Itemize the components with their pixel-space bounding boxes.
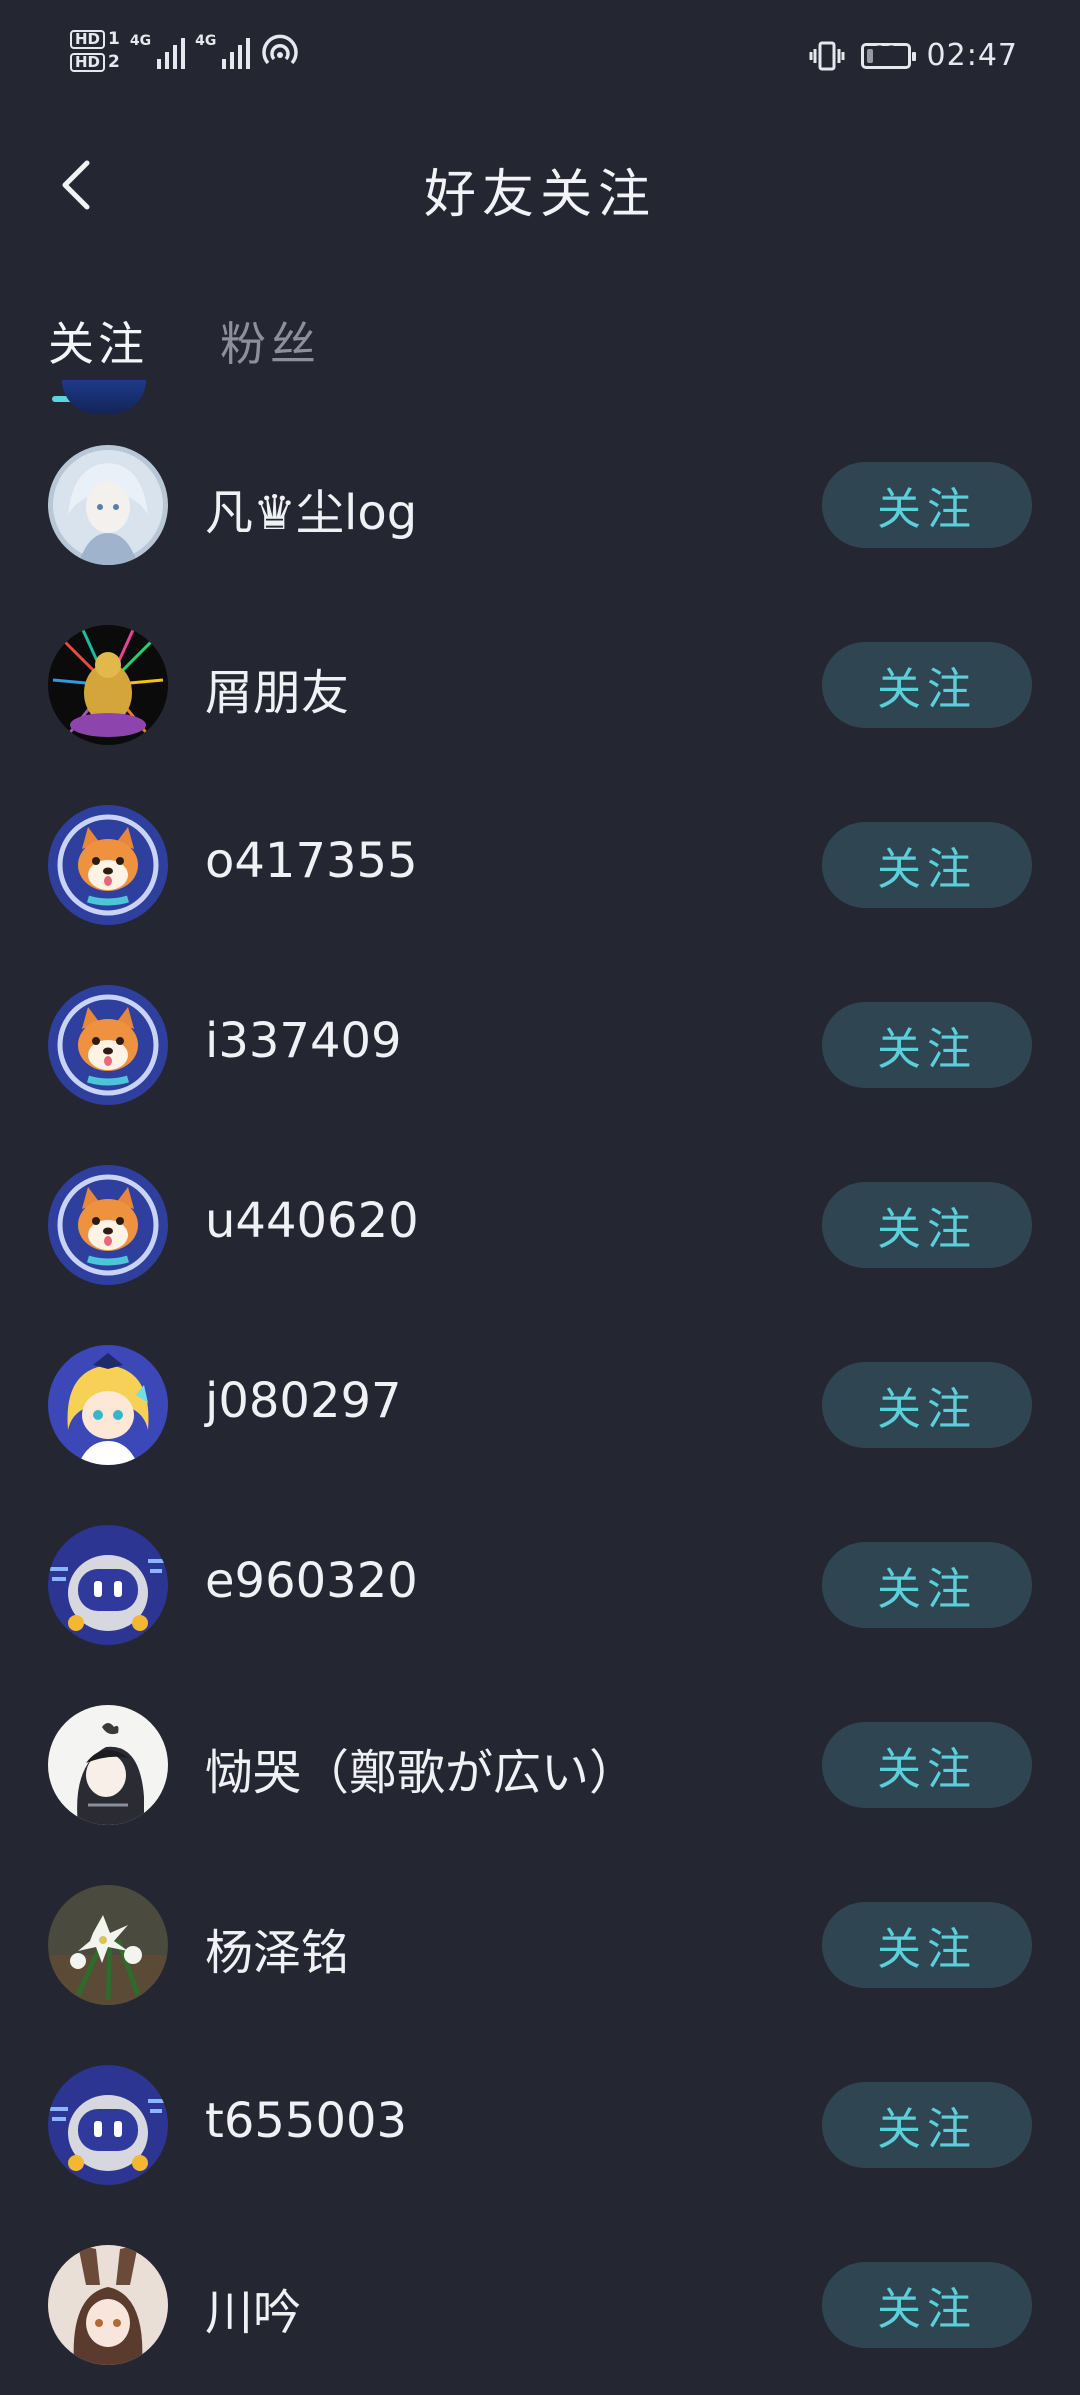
user-name[interactable]: 杨泽铭 [205,1913,349,1983]
status-bar: HD 1 HD 2 4G 4G 11 02:47 [0,0,1080,110]
user-name[interactable]: o417355 [205,833,418,889]
follow-button[interactable]: 关注 [822,2082,1032,2168]
user-name[interactable]: 屑朋友 [205,653,349,723]
avatar[interactable] [48,1525,168,1645]
avatar[interactable] [48,1345,168,1465]
list-item[interactable]: 杨泽铭 关注 [0,1855,1080,2035]
hd2-icon: HD [70,53,106,72]
list-item[interactable]: i337409 关注 [0,955,1080,1135]
avatar[interactable] [48,1165,168,1285]
tab-following[interactable]: 关注 [48,308,148,374]
hd1-index: 1 [108,29,120,49]
user-name[interactable]: t655003 [205,2093,407,2149]
tab-bar: 关注 粉丝 [0,290,1080,410]
network-type-2: 4G [195,33,217,49]
signal-2-icon: 4G [195,33,251,69]
follow-button[interactable]: 关注 [822,1902,1032,1988]
battery-level: 11 [873,42,898,63]
list-item[interactable]: o417355 关注 [0,775,1080,955]
avatar[interactable] [48,2065,168,2185]
battery-icon: 11 [860,42,916,69]
follow-button[interactable]: 关注 [822,462,1032,548]
top-nav: 好友关注 [0,110,1080,260]
clock: 02:47 [926,38,1018,73]
list-item[interactable]: j080297 关注 [0,1315,1080,1495]
list-item[interactable]: 恸哭（鄭歌が広い） 关注 [0,1675,1080,1855]
follow-button[interactable]: 关注 [822,822,1032,908]
tab-fans[interactable]: 粉丝 [220,308,320,374]
list-item[interactable]: 屑朋友 关注 [0,595,1080,775]
status-right: 11 02:47 [809,38,1018,73]
avatar[interactable] [48,985,168,1105]
user-name[interactable]: i337409 [205,1013,402,1069]
follow-button[interactable]: 关注 [822,1722,1032,1808]
follow-button[interactable]: 关注 [822,1362,1032,1448]
follow-button[interactable]: 关注 [822,1002,1032,1088]
user-name[interactable]: u440620 [205,1193,419,1249]
avatar[interactable] [48,1885,168,2005]
user-name[interactable]: 恸哭（鄭歌が広い） [205,1733,637,1803]
list-item[interactable]: u440620 关注 [0,1135,1080,1315]
follow-button[interactable]: 关注 [822,1542,1032,1628]
user-name[interactable]: j080297 [205,1373,402,1429]
list-item[interactable]: 川吟 关注 [0,2215,1080,2395]
user-name[interactable]: 川吟 [205,2273,301,2343]
avatar[interactable] [48,2245,168,2365]
hd-indicators: HD 1 HD 2 [70,30,120,72]
vibrate-icon [809,41,845,70]
list-item[interactable]: t655003 关注 [0,2035,1080,2215]
avatar[interactable] [48,805,168,925]
follow-button[interactable]: 关注 [822,2262,1032,2348]
hotspot-icon [262,34,299,65]
follow-button[interactable]: 关注 [822,642,1032,728]
avatar[interactable] [48,625,168,745]
follow-button[interactable]: 关注 [822,1182,1032,1268]
page-title: 好友关注 [423,165,656,225]
hd2-index: 2 [108,52,120,72]
user-name[interactable]: e960320 [205,1553,418,1609]
user-name[interactable]: 凡♛尘log [205,473,417,543]
avatar[interactable] [48,1705,168,1825]
list-item[interactable]: 凡♛尘log 关注 [0,415,1080,595]
avatar[interactable] [48,445,168,565]
network-type-1: 4G [129,33,152,49]
list-item[interactable]: e960320 关注 [0,1495,1080,1675]
signal-1-icon: 4G [129,33,186,69]
status-left: HD 1 HD 2 4G 4G [70,30,300,72]
hd1-icon: HD [70,30,106,49]
